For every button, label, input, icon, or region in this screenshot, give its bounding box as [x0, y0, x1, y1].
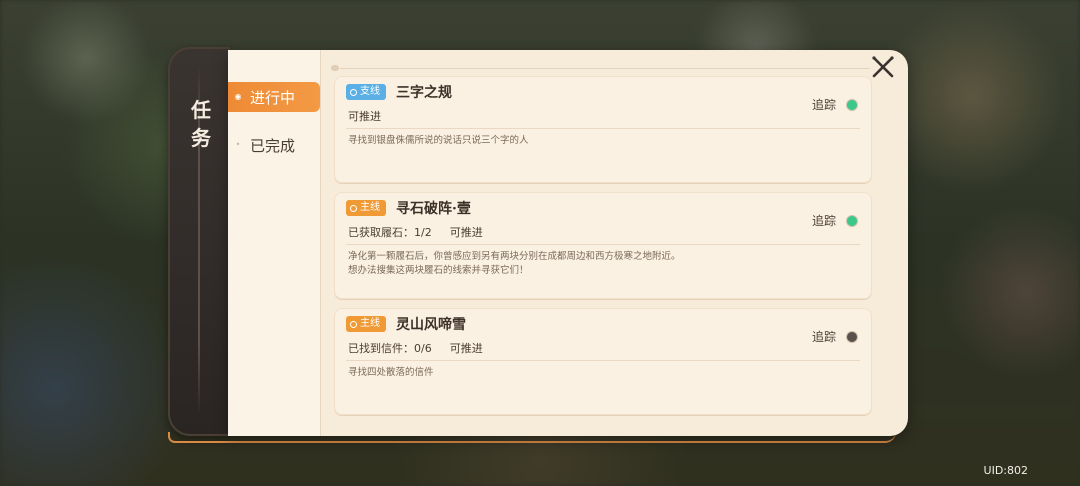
- tab-active-bullet-icon: ◉: [234, 92, 242, 101]
- quest-description: 寻找到银盘侏儒所说的说话只说三个字的人: [348, 135, 529, 146]
- tracking-indicator-icon[interactable]: [846, 98, 858, 111]
- tracking-indicator-icon[interactable]: [846, 330, 858, 343]
- player-uid: UID:802: [983, 464, 1028, 477]
- quest-panel: ◉ 进行中 • 已完成 支线 三字之规 可推进 寻找到银盘侏儒所说的说话只说三个…: [228, 50, 908, 436]
- panel-title: 任务: [191, 98, 211, 150]
- tab-bullet-icon: •: [235, 140, 241, 149]
- quest-separator: [346, 360, 860, 361]
- quest-status: 可推进: [449, 342, 483, 355]
- quest-type-label: 主线: [360, 318, 380, 329]
- close-button[interactable]: [870, 54, 896, 80]
- quest-type-label: 主线: [360, 202, 380, 213]
- quest-progress: 已获取履石：1/2: [348, 226, 432, 239]
- quest-type-badge: 支线: [346, 84, 386, 100]
- tab-completed[interactable]: • 已完成: [228, 130, 320, 160]
- quest-description: 寻找四处散落的信件: [348, 367, 434, 378]
- quest-card[interactable]: 支线 三字之规 可推进 寻找到银盘侏儒所说的说话只说三个字的人 追踪: [334, 76, 872, 183]
- quest-title: 灵山风啼雪: [396, 317, 466, 333]
- track-toggle[interactable]: 追踪: [812, 328, 858, 345]
- quest-status: 可推进: [449, 226, 483, 239]
- close-icon: [872, 56, 894, 78]
- tab-in-progress[interactable]: ◉ 进行中: [228, 82, 320, 112]
- quest-status-line: 可推进: [348, 108, 381, 124]
- quest-status: 可推进: [348, 110, 381, 123]
- tab-label: 已完成: [250, 136, 296, 155]
- tracking-indicator-icon[interactable]: [846, 214, 858, 227]
- quest-progress: 已找到信件：0/6: [348, 342, 432, 355]
- badge-ring-icon: [350, 88, 357, 96]
- quest-type-badge: 主线: [346, 316, 386, 332]
- sidebar-divider: [320, 50, 321, 436]
- badge-ring-icon: [350, 320, 357, 328]
- quest-status-line: 已找到信件：0/6 可推进: [348, 340, 483, 356]
- track-label: 追踪: [811, 330, 836, 344]
- quest-status-line: 已获取履石：1/2 可推进: [348, 224, 483, 240]
- quest-card[interactable]: 主线 寻石破阵·壹 已获取履石：1/2 可推进 净化第一颗履石后，你曾感应到另有两…: [334, 192, 872, 299]
- quest-card[interactable]: 主线 灵山风啼雪 已找到信件：0/6 可推进 寻找四处散落的信件 追踪: [334, 308, 872, 415]
- quest-list[interactable]: 支线 三字之规 可推进 寻找到银盘侏儒所说的说话只说三个字的人 追踪 主线 寻石…: [328, 60, 886, 430]
- tab-label: 进行中: [250, 88, 296, 107]
- track-label: 追踪: [811, 98, 836, 112]
- quest-title: 寻石破阵·壹: [396, 201, 471, 217]
- quest-separator: [346, 244, 860, 245]
- quest-description: 净化第一颗履石后，你曾感应到另有两块分别在成都周边和西方极寒之地附近。 想办法搜…: [348, 251, 681, 276]
- quest-separator: [346, 128, 860, 129]
- track-toggle[interactable]: 追踪: [812, 96, 858, 113]
- track-toggle[interactable]: 追踪: [812, 212, 858, 229]
- track-label: 追踪: [811, 214, 836, 228]
- quest-type-label: 支线: [360, 86, 380, 97]
- badge-ring-icon: [350, 204, 357, 212]
- quest-title: 三字之规: [396, 85, 452, 101]
- quest-type-badge: 主线: [346, 200, 386, 216]
- quest-sidebar: ◉ 进行中 • 已完成: [228, 50, 320, 436]
